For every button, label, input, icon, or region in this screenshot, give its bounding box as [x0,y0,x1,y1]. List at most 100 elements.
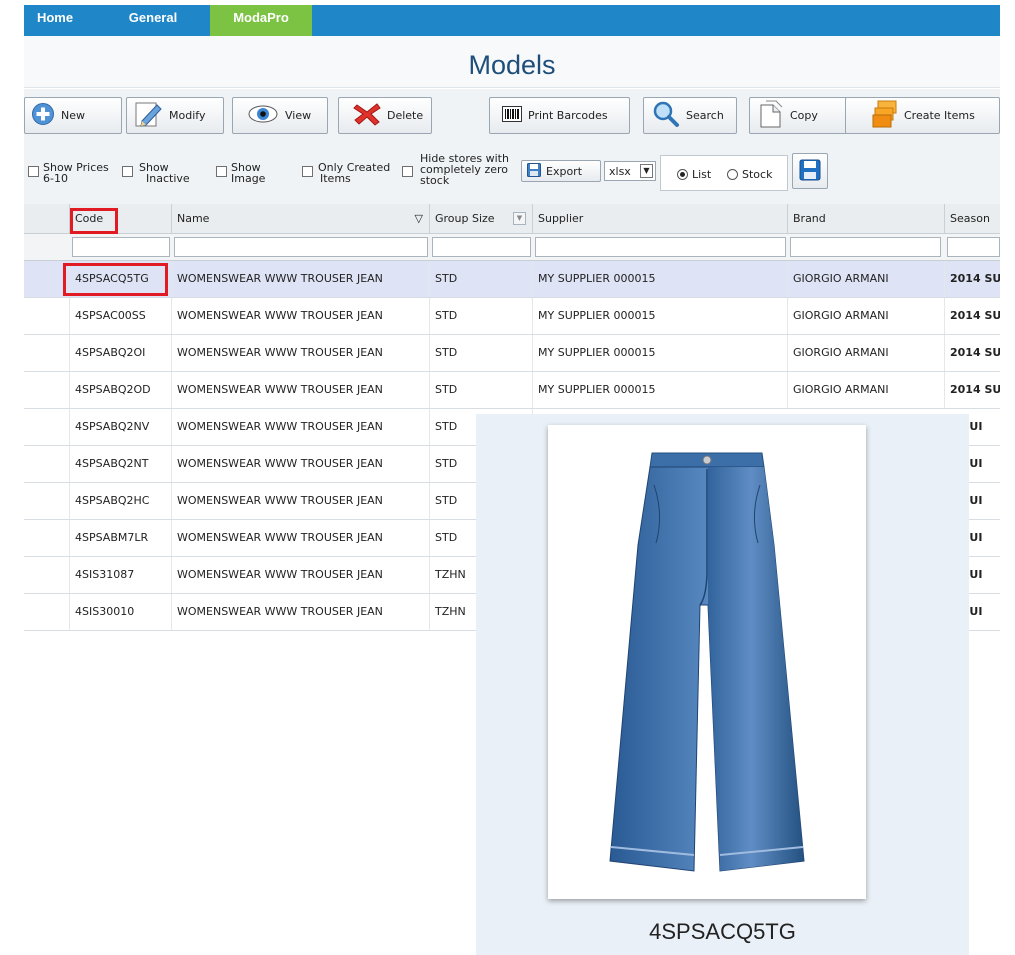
search-label: Search [686,109,724,122]
chevron-down-icon: ▼ [640,164,653,178]
hide-stores-label-3: stock [420,174,450,187]
export-format-value: xlsx [609,165,631,178]
brand-cell: GIORGIO ARMANI [788,261,945,297]
show-prices-checkbox[interactable] [28,166,39,177]
column-header-season[interactable]: Season [945,204,1000,234]
copy-button[interactable]: Copy [749,97,859,134]
only-created-items-checkbox[interactable] [302,166,313,177]
table-row[interactable]: 4SPSABQ2OD WOMENSWEAR WWW TROUSER JEAN STD… [24,372,1000,409]
row-selector[interactable] [24,557,70,593]
floppy-icon [527,162,541,180]
row-selector[interactable] [24,335,70,371]
season-filter-input[interactable] [947,237,1000,257]
only-created-label-2: Items [320,172,351,185]
barcode-icon [502,106,522,125]
jeans-photo-icon [609,452,805,872]
name-filter-input[interactable] [174,237,428,257]
eye-icon [247,104,279,127]
name-cell: WOMENSWEAR WWW TROUSER JEAN [172,372,430,408]
stacked-boxes-icon [872,99,898,132]
modify-button[interactable]: Modify [126,97,224,134]
row-selector[interactable] [24,483,70,519]
row-selector[interactable] [24,298,70,334]
name-cell: WOMENSWEAR WWW TROUSER JEAN [172,446,430,482]
tab-modapro[interactable]: ModaPro [210,5,312,36]
save-button[interactable] [792,153,828,189]
group-size-cell: STD [430,372,533,408]
table-row[interactable]: 4SPSAC00SS WOMENSWEAR WWW TROUSER JEAN STD… [24,298,1000,335]
grid-header: Code Name ▽ Group Size ▼ Supplier Brand … [24,204,1000,234]
group-size-cell: STD [430,261,533,297]
show-image-label-2: Image [231,172,266,185]
print-barcodes-button[interactable]: Print Barcodes [489,97,630,134]
name-cell: WOMENSWEAR WWW TROUSER JEAN [172,409,430,445]
code-cell: 4SPSAC00SS [70,298,172,334]
export-format-select[interactable]: xlsx ▼ [604,161,656,181]
search-button[interactable]: Search [643,97,737,134]
name-cell: WOMENSWEAR WWW TROUSER JEAN [172,261,430,297]
new-label: New [61,109,85,122]
column-header-group-size-label: Group Size [435,212,495,225]
column-header-name-label: Name [177,212,210,225]
tab-general[interactable]: General [114,5,192,36]
column-header-supplier[interactable]: Supplier [533,204,788,234]
new-button[interactable]: New [24,97,122,134]
filter-icon[interactable]: ▽ [415,204,423,234]
row-selector[interactable] [24,594,70,630]
view-button[interactable]: View [232,97,328,134]
dropdown-arrow-icon[interactable]: ▼ [513,212,526,225]
row-selector[interactable] [24,409,70,445]
export-label: Export [546,164,583,178]
popup-caption: 4SPSACQ5TG [649,919,796,944]
filter-row [24,234,1000,261]
table-row[interactable]: 4SPSABQ2OI WOMENSWEAR WWW TROUSER JEAN STD… [24,335,1000,372]
tab-home[interactable]: Home [24,5,86,36]
name-cell: WOMENSWEAR WWW TROUSER JEAN [172,594,430,630]
supplier-filter-input[interactable] [535,237,786,257]
code-cell: 4SPSABQ2OD [70,372,172,408]
copy-label: Copy [790,109,818,122]
season-cell: 2014 SUI [950,346,1000,359]
toolbar: New Modify View Delete Print Barcodes Se… [24,89,1000,149]
print-barcodes-label: Print Barcodes [528,109,608,122]
brand-cell: GIORGIO ARMANI [788,335,945,371]
hide-stores-checkbox[interactable] [402,166,413,177]
column-header-brand[interactable]: Brand [788,204,945,234]
season-cell: 2014 SUI [950,309,1000,322]
column-header-group-size[interactable]: Group Size ▼ [430,204,533,234]
page-header: Models [24,36,1000,88]
stock-radio[interactable] [727,169,738,180]
show-inactive-checkbox[interactable] [122,166,133,177]
group-size-filter-input[interactable] [432,237,531,257]
brand-filter-input[interactable] [790,237,941,257]
show-prices-label-2: 6-10 [43,172,68,185]
row-selector[interactable] [24,520,70,556]
supplier-cell: MY SUPPLIER 000015 [533,335,788,371]
group-size-cell: STD [430,335,533,371]
create-items-button[interactable]: Create Items [845,97,1000,134]
brand-cell: GIORGIO ARMANI [788,372,945,408]
list-label: List [692,168,712,181]
code-header-highlight [70,208,118,234]
season-cell: 2014 SUI [950,383,1000,396]
table-row[interactable]: 4SPSACQ5TG WOMENSWEAR WWW TROUSER JEAN STD… [24,261,1000,298]
show-image-checkbox[interactable] [216,166,227,177]
supplier-cell: MY SUPPLIER 000015 [533,261,788,297]
name-cell: WOMENSWEAR WWW TROUSER JEAN [172,520,430,556]
name-cell: WOMENSWEAR WWW TROUSER JEAN [172,557,430,593]
code-cell: 4SPSABQ2OI [70,335,172,371]
supplier-cell: MY SUPPLIER 000015 [533,298,788,334]
row-selector[interactable] [24,446,70,482]
radio-dot-icon [680,172,685,177]
stock-label: Stock [742,168,773,181]
delete-button[interactable]: Delete [338,97,432,134]
list-radio[interactable] [677,169,688,180]
top-nav-bar: Home General ModaPro [24,5,1000,36]
row-selector[interactable] [24,372,70,408]
code-filter-input[interactable] [72,237,170,257]
export-button[interactable]: Export [521,160,601,182]
options-bar: Show Prices 6-10 Show Inactive Show Imag… [24,149,1000,204]
column-header-name[interactable]: Name ▽ [172,204,430,234]
row-selector-header [24,204,70,234]
product-photo [548,425,866,899]
